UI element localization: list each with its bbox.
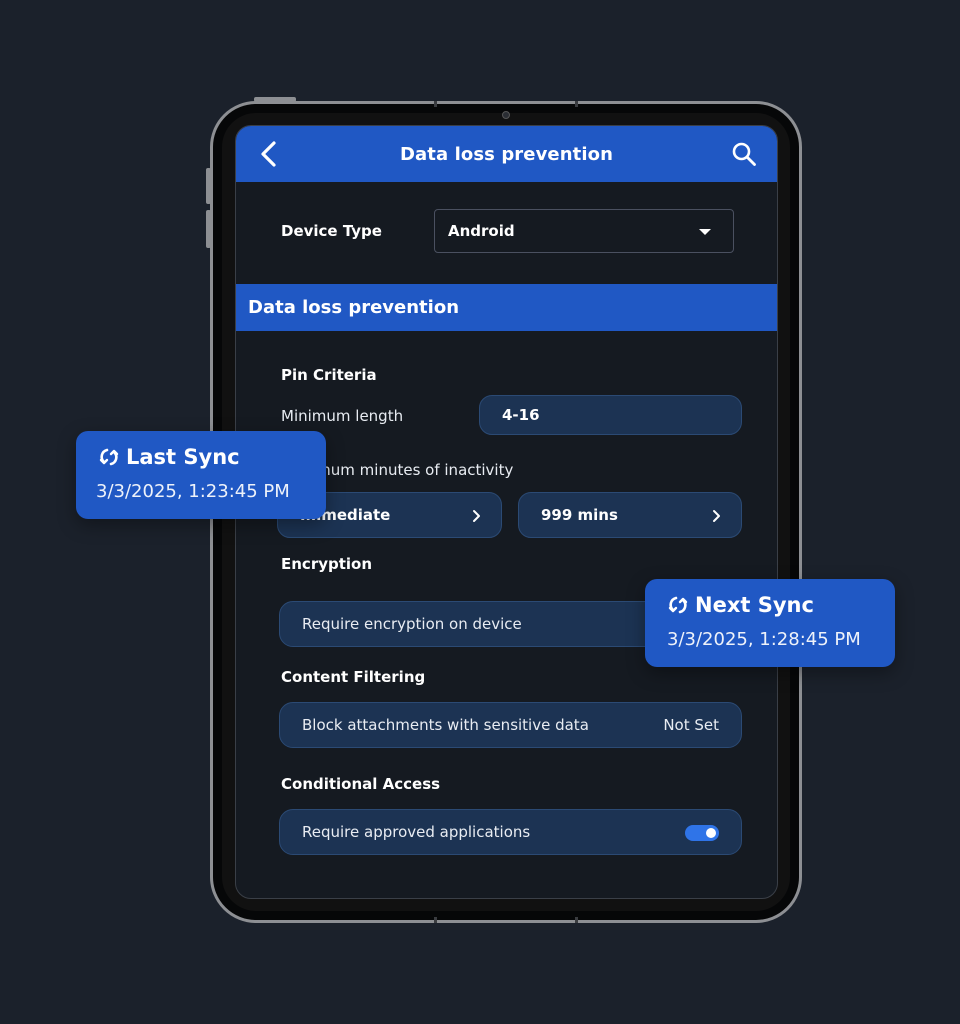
search-icon[interactable] xyxy=(731,141,757,167)
sync-icon xyxy=(668,596,688,614)
last-sync-card: Last Sync 3/3/2025, 1:23:45 PM xyxy=(76,431,326,519)
next-sync-time: 3/3/2025, 1:28:45 PM xyxy=(667,629,861,650)
conditional-access-option: Require approved applications xyxy=(279,809,742,855)
conditional-access-option-label: Require approved applications xyxy=(302,823,531,841)
app-bar: Data loss prevention xyxy=(236,126,777,182)
last-sync-title: Last Sync xyxy=(126,445,240,469)
frame-notch xyxy=(575,101,578,107)
content-filtering-option[interactable]: Block attachments with sensitive data No… xyxy=(279,702,742,748)
last-sync-time: 3/3/2025, 1:23:45 PM xyxy=(96,481,290,502)
next-sync-title: Next Sync xyxy=(695,593,814,617)
frame-notch xyxy=(434,101,437,107)
device-type-dropdown[interactable]: Android xyxy=(434,209,734,253)
section-title: Data loss prevention xyxy=(248,297,460,318)
toggle-knob xyxy=(706,828,716,838)
camera-dot xyxy=(502,111,510,119)
pin-criteria-heading: Pin Criteria xyxy=(281,366,377,384)
min-length-field[interactable]: 4-16 xyxy=(479,395,742,435)
chevron-right-icon xyxy=(713,510,720,522)
content-filtering-value: Not Set xyxy=(663,716,719,734)
conditional-access-heading: Conditional Access xyxy=(281,775,441,793)
sync-icon xyxy=(99,448,119,466)
page-title: Data loss prevention xyxy=(399,143,614,165)
min-length-value: 4-16 xyxy=(502,406,540,424)
frame-notch xyxy=(575,917,578,923)
next-sync-card: Next Sync 3/3/2025, 1:28:45 PM xyxy=(645,579,895,667)
device-type-selected: Android xyxy=(448,222,515,240)
device-type-label: Device Type xyxy=(281,222,382,240)
frame-notch xyxy=(434,917,437,923)
section-header: Data loss prevention xyxy=(236,284,777,331)
content-filtering-option-label: Block attachments with sensitive data xyxy=(302,716,589,734)
chevron-left-icon[interactable] xyxy=(256,140,282,168)
min-length-label: Minimum length xyxy=(281,407,404,425)
approved-apps-toggle[interactable] xyxy=(685,825,719,841)
encryption-option-label: Require encryption on device xyxy=(302,615,522,633)
content-filtering-heading: Content Filtering xyxy=(281,668,426,686)
caret-down-icon xyxy=(699,229,711,235)
inactivity-max-value: 999 mins xyxy=(541,506,618,524)
inactivity-max-button[interactable]: 999 mins xyxy=(518,492,742,538)
chevron-right-icon xyxy=(473,510,480,522)
encryption-heading: Encryption xyxy=(281,555,373,573)
